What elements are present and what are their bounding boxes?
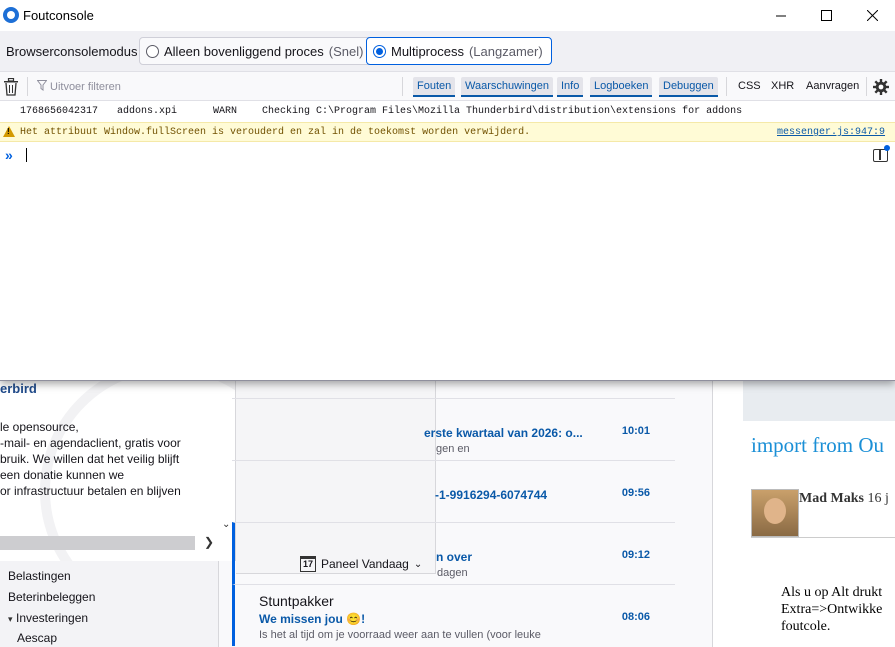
divider <box>866 77 867 96</box>
chevron-down-icon[interactable]: ▾ <box>8 614 16 625</box>
message-subject: -1-9916294-6074744 <box>435 488 548 502</box>
folder-label: Aescap <box>17 631 58 645</box>
author-name: Mad Maks <box>799 491 864 506</box>
filter-errors-button[interactable]: Fouten <box>413 77 456 97</box>
warning-source-link[interactable]: messenger.js:947:9 <box>777 127 885 138</box>
folder-label: Beterinbeleggen <box>8 590 96 604</box>
mode-option-label: Multiprocess <box>391 43 464 59</box>
close-icon <box>866 10 878 21</box>
mode-option-hint: (Snel) <box>328 43 364 59</box>
welcome-text: le opensource, -mail- en agendaclient, gr… <box>0 420 181 498</box>
scroll-down-icon[interactable]: ⌄ <box>222 519 230 530</box>
message-list: erste kwartaal van 2026: o... gen en 10:… <box>232 398 675 647</box>
message-subject: erste kwartaal van 2026: o... <box>424 426 583 440</box>
message-preview: Is het al tijd om je voorraad weer aan t… <box>259 629 541 641</box>
welcome-heading: erbird <box>0 381 37 396</box>
log-message-row: 1768656042317 addons.xpi WARN Checking C… <box>0 102 895 122</box>
window-title: Foutconsole <box>23 8 94 23</box>
console-input-caret[interactable] <box>26 148 27 162</box>
minimize-icon <box>776 15 786 16</box>
filter-xhr-button[interactable]: XHR <box>771 80 794 92</box>
title-bar[interactable]: Foutconsole <box>0 0 895 31</box>
warning-icon <box>3 126 15 137</box>
warning-message-row: Het attribuut Window.fullScreen is verou… <box>0 122 895 142</box>
scroll-right-icon[interactable]: ❯ <box>204 535 214 549</box>
filter-css-button[interactable]: CSS <box>738 80 761 92</box>
message-subject: n over <box>436 550 473 564</box>
gear-icon[interactable] <box>872 78 890 96</box>
list-item[interactable]: Stuntpakker We missen jou 😊! Is het al t… <box>232 584 675 646</box>
message-preview: gen en <box>436 443 470 455</box>
message-time: 09:56 <box>621 487 650 499</box>
minimize-button[interactable] <box>758 0 804 31</box>
divider <box>751 537 895 538</box>
folder-item[interactable]: Belastingen <box>8 569 71 583</box>
console-prompt-icon: » <box>5 147 13 163</box>
close-button[interactable] <box>849 0 895 31</box>
mode-label: Browserconsolemodus <box>6 44 138 59</box>
error-console-window: Foutconsole Browserconsolemodus Alleen b… <box>0 0 895 381</box>
message-subject: We missen jou 😊! <box>259 612 366 626</box>
reader-author: Mad Maks 16 j <box>799 491 889 507</box>
folder-label: Investeringen <box>16 611 89 625</box>
message-sender: Stuntpakker <box>259 593 334 609</box>
maximize-icon <box>820 10 832 21</box>
folder-label: Belastingen <box>8 569 71 583</box>
list-item[interactable]: erste kwartaal van 2026: o... gen en 10:… <box>232 398 675 460</box>
console-toolbar: Fouten Waarschuwingen Info Logboeken Deb… <box>0 72 895 101</box>
folder-item[interactable]: Aescap <box>17 631 57 645</box>
notification-dot <box>884 145 890 151</box>
filter-logs-button[interactable]: Logboeken <box>590 77 653 97</box>
trash-icon[interactable] <box>3 78 19 96</box>
filter-icon <box>37 80 47 91</box>
radio-button[interactable] <box>373 44 386 58</box>
folder-item[interactable]: ▾ Investeringen <box>8 611 88 625</box>
mode-option-multiprocess[interactable]: Multiprocess (Langzamer) <box>366 37 552 65</box>
divider <box>726 77 727 96</box>
message-preview: dagen <box>437 567 468 579</box>
warning-text: Het attribuut Window.fullScreen is verou… <box>20 127 531 138</box>
maximize-button[interactable] <box>803 0 849 31</box>
welcome-panel: erbird le opensource, -mail- en agendacli… <box>0 381 236 561</box>
filter-debug-button[interactable]: Debuggen <box>659 77 718 97</box>
thunderbird-logo-icon <box>3 7 19 23</box>
log-source: addons.xpi <box>117 106 178 117</box>
post-date: 16 j <box>867 491 889 506</box>
console-mode-bar: Browserconsolemodus Alleen bovenliggend … <box>0 31 895 72</box>
log-timestamp: 1768656042317 <box>20 106 99 117</box>
filter-warnings-button[interactable]: Waarschuwingen <box>461 77 553 97</box>
mode-option-hint: (Langzamer) <box>468 43 543 59</box>
log-message: Checking C:\Program Files\Mozilla Thunde… <box>262 106 743 117</box>
reader-heading: import from Ou <box>751 433 884 457</box>
filter-input[interactable] <box>50 78 390 96</box>
mode-option-parent-process[interactable]: Alleen bovenliggend proces (Snel) <box>139 37 373 65</box>
folder-item[interactable]: Beterinbeleggen <box>8 590 95 604</box>
message-reader: import from Ou Mad Maks 16 j Als u op Al… <box>712 381 895 647</box>
divider <box>402 77 403 96</box>
reader-body: Als u op Alt drukt Extra=>Ontwikke foutcol… <box>781 585 883 634</box>
list-item[interactable]: n over dagen 09:12 <box>232 522 675 584</box>
log-level: WARN <box>213 106 238 117</box>
filter-info-button[interactable]: Info <box>557 77 584 97</box>
filter-requests-button[interactable]: Aanvragen <box>806 80 859 92</box>
list-item[interactable]: -1-9916294-6074744 09:56 <box>232 460 675 522</box>
avatar <box>751 489 799 537</box>
radio-button[interactable] <box>146 44 159 58</box>
message-time: 08:06 <box>621 611 650 623</box>
mode-option-label: Alleen bovenliggend proces <box>164 43 324 59</box>
message-time: 09:12 <box>621 549 650 561</box>
message-time: 10:01 <box>621 425 650 437</box>
reader-banner <box>743 381 895 421</box>
divider <box>27 77 28 96</box>
horizontal-scrollbar[interactable] <box>0 536 195 550</box>
